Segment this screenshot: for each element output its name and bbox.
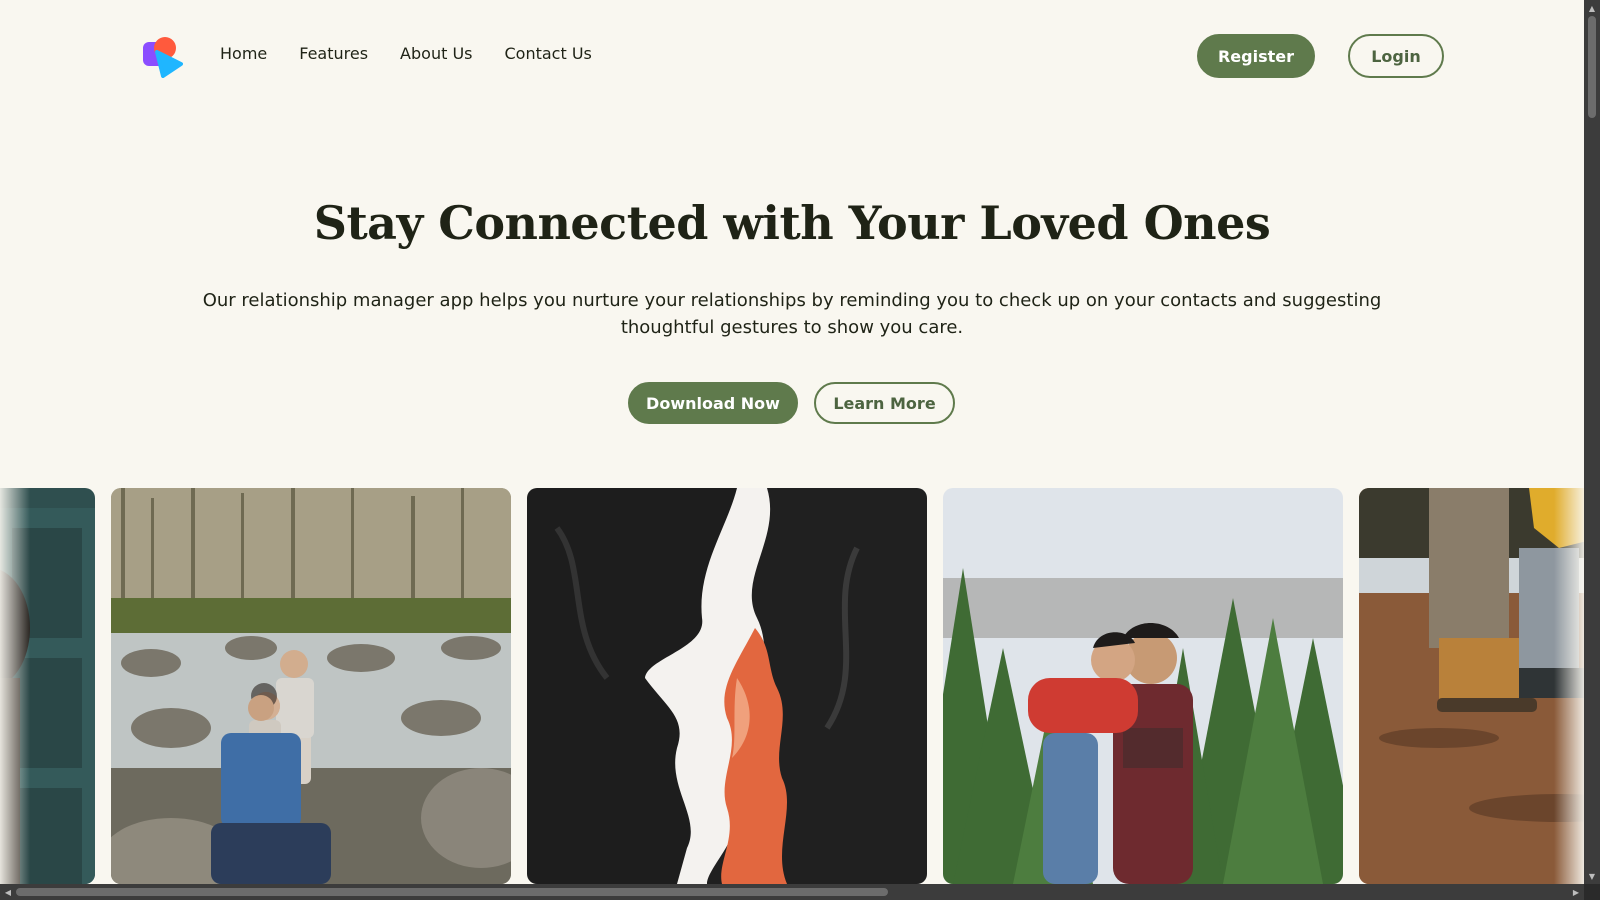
login-button[interactable]: Login [1348, 34, 1444, 78]
chat-bubbles-logo-icon[interactable] [143, 36, 183, 78]
page: Home Features About Us Contact Us Regist… [0, 0, 1584, 884]
horizontal-scrollbar[interactable]: ◀ ▶ [0, 884, 1584, 900]
canyon-rock-silhouettes-photo [527, 488, 927, 884]
scroll-down-arrow-icon[interactable]: ▼ [1584, 868, 1600, 884]
top-navigation: Home Features About Us Contact Us Regist… [0, 0, 1584, 112]
nav-link-about-us[interactable]: About Us [400, 44, 472, 63]
hero-description: Our relationship manager app helps you n… [202, 290, 1382, 338]
gallery-left-fade [0, 488, 30, 884]
scroll-left-arrow-icon[interactable]: ◀ [0, 884, 16, 900]
nav-link-home[interactable]: Home [220, 44, 267, 63]
family-by-rocky-river-photo [111, 488, 511, 884]
vertical-scrollbar[interactable]: ▲ ▼ [1584, 0, 1600, 884]
download-now-button[interactable]: Download Now [628, 382, 798, 424]
vertical-scroll-thumb[interactable] [1588, 16, 1596, 118]
father-hugging-son-pine-trees-photo [943, 488, 1343, 884]
gallery-right-fade [1554, 488, 1584, 884]
horizontal-scroll-thumb[interactable] [16, 888, 888, 896]
scroll-right-arrow-icon[interactable]: ▶ [1568, 884, 1584, 900]
nav-link-contact-us[interactable]: Contact Us [504, 44, 591, 63]
scroll-up-arrow-icon[interactable]: ▲ [1584, 0, 1600, 16]
learn-more-button[interactable]: Learn More [814, 382, 955, 424]
register-button[interactable]: Register [1197, 34, 1315, 78]
nav-link-features[interactable]: Features [299, 44, 368, 63]
photo-gallery [0, 488, 1584, 884]
scrollbar-corner [1584, 884, 1600, 900]
walking-boots-on-dirt-path-photo [1359, 488, 1584, 884]
nav-links: Home Features About Us Contact Us [220, 44, 592, 63]
hero-title: Stay Connected with Your Loved Ones [313, 196, 1271, 250]
